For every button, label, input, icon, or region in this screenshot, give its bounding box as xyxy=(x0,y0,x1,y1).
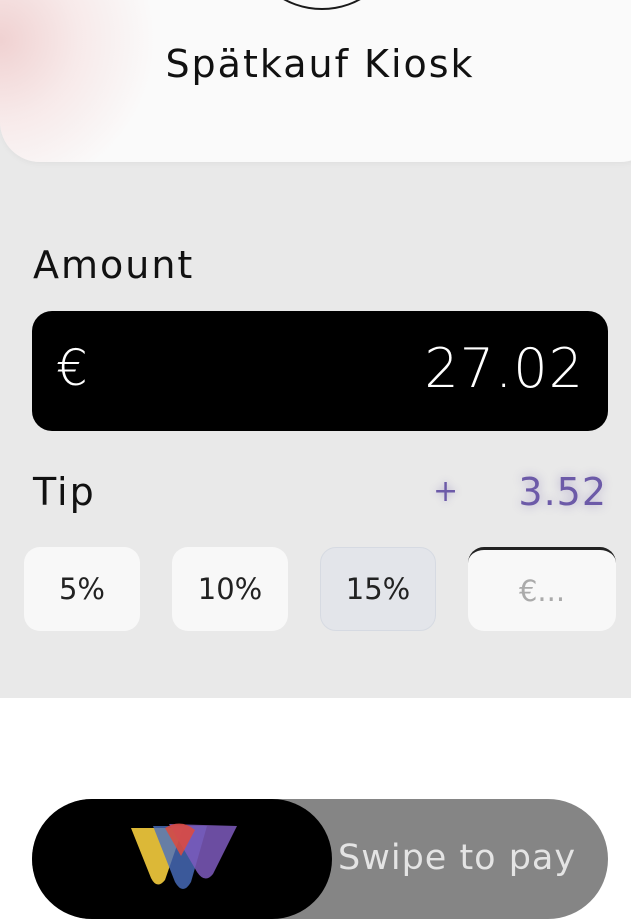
tip-label: Tip xyxy=(33,470,96,514)
tip-value: 3.52 xyxy=(518,470,607,514)
merchant-header: Spätkauf Kiosk xyxy=(0,0,631,162)
brand-logo-icon xyxy=(131,823,237,889)
merchant-logo xyxy=(252,0,392,10)
tip-option-5-percent[interactable]: 5% xyxy=(24,547,140,631)
currency-symbol: € xyxy=(56,339,88,397)
tip-option-15-percent[interactable]: 15% xyxy=(320,547,436,631)
custom-tip-input[interactable]: €... xyxy=(468,547,616,631)
tip-option-10-percent[interactable]: 10% xyxy=(172,547,288,631)
tip-plus-sign: + xyxy=(433,474,459,509)
amount-input[interactable]: € 27.02 xyxy=(32,311,608,431)
amount-label: Amount xyxy=(33,243,195,287)
store-name: Spätkauf Kiosk xyxy=(165,42,475,86)
amount-value: 27.02 xyxy=(424,337,584,400)
swipe-to-pay-label: Swipe to pay xyxy=(338,838,577,878)
